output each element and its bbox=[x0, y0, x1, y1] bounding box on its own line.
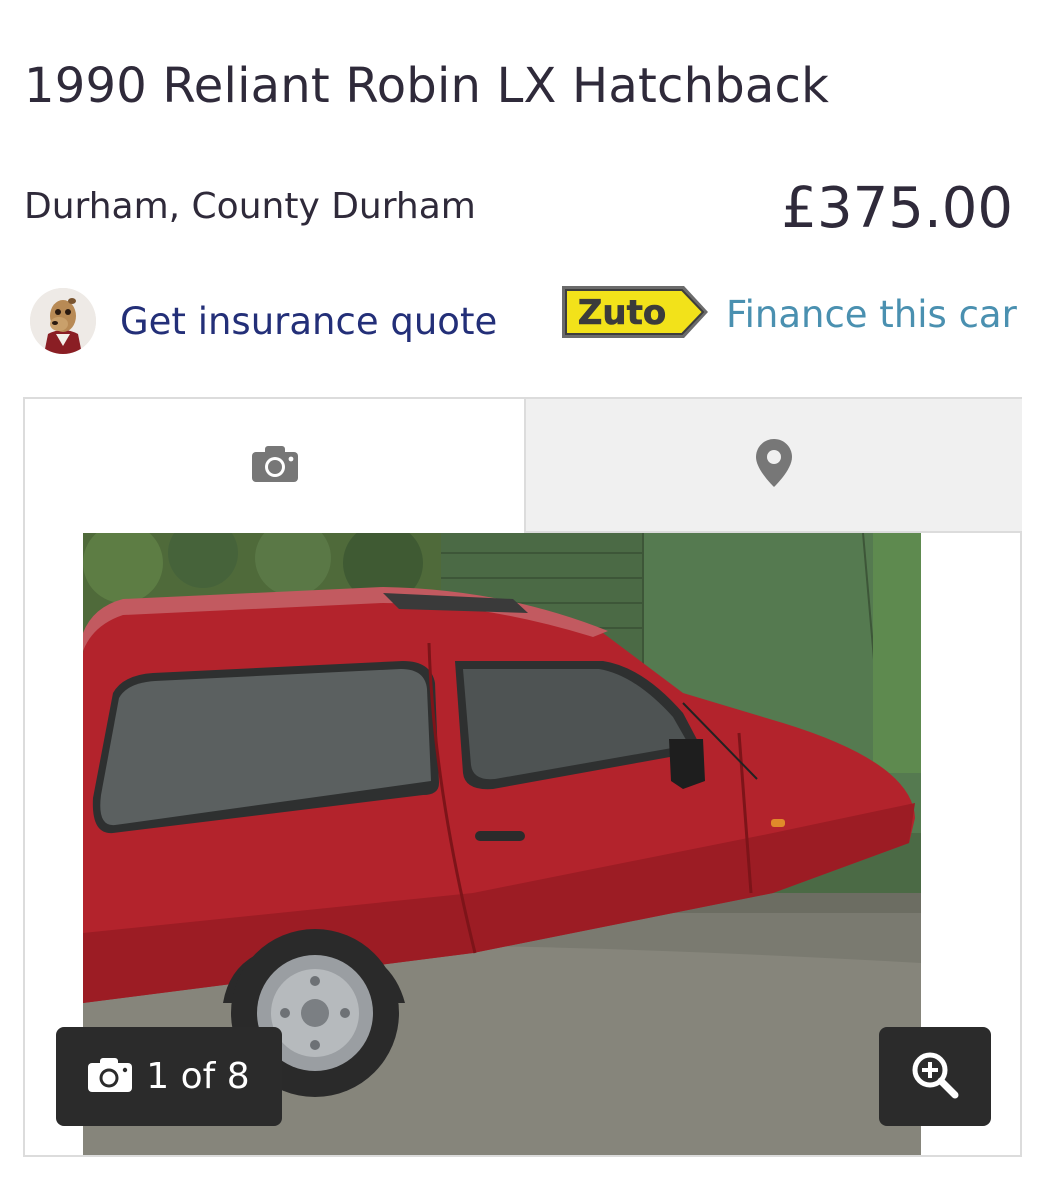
camera-icon bbox=[88, 1057, 133, 1096]
zoom-button[interactable] bbox=[879, 1027, 991, 1126]
insurance-quote-label: Get insurance quote bbox=[120, 299, 498, 343]
listing-location: Durham, County Durham bbox=[24, 186, 476, 227]
finance-link[interactable]: Zuto Finance this car bbox=[560, 284, 1017, 344]
photo-counter[interactable]: 1 of 8 bbox=[56, 1027, 282, 1126]
listing-price: £375.00 bbox=[781, 176, 1013, 241]
finance-label: Finance this car bbox=[726, 292, 1017, 336]
insurance-quote-link[interactable]: Get insurance quote bbox=[30, 288, 497, 354]
tab-photos[interactable] bbox=[25, 399, 524, 533]
svg-text:Zuto: Zuto bbox=[578, 293, 666, 333]
zoom-in-icon bbox=[911, 1051, 959, 1103]
listing-title: 1990 Reliant Robin LX Hatchback bbox=[24, 58, 830, 114]
map-pin-icon bbox=[756, 439, 792, 491]
zuto-logo: Zuto bbox=[560, 284, 710, 344]
photo-counter-text: 1 of 8 bbox=[146, 1056, 250, 1097]
meerkat-avatar-icon bbox=[30, 288, 96, 354]
camera-icon bbox=[251, 446, 298, 486]
tab-map[interactable] bbox=[524, 399, 1022, 533]
